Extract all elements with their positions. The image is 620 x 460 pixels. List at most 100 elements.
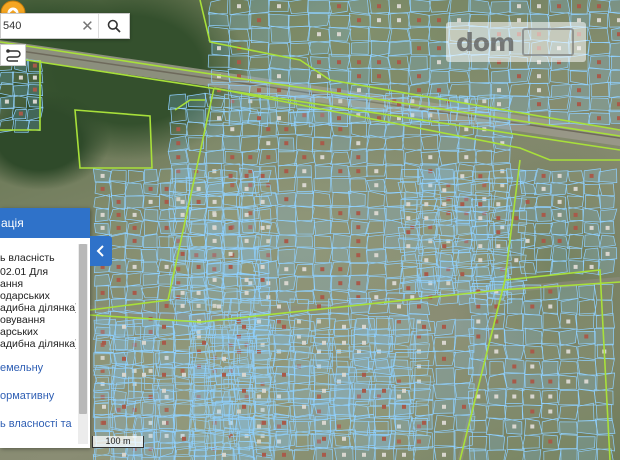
land-parcel[interactable]	[125, 272, 142, 287]
land-parcel[interactable]	[249, 99, 269, 114]
land-parcel[interactable]	[194, 413, 216, 432]
land-parcel[interactable]	[438, 149, 459, 166]
land-parcel[interactable]	[448, 69, 471, 84]
land-parcel[interactable]	[287, 25, 311, 43]
land-parcel[interactable]	[294, 219, 316, 235]
land-parcel[interactable]	[222, 194, 238, 209]
land-parcel[interactable]	[348, 0, 370, 15]
land-parcel[interactable]	[94, 274, 112, 287]
land-parcel[interactable]	[140, 286, 160, 299]
land-parcel[interactable]	[550, 219, 567, 236]
land-parcel[interactable]	[415, 400, 434, 417]
land-parcel[interactable]	[435, 367, 455, 385]
land-parcel[interactable]	[587, 27, 610, 44]
land-parcel[interactable]	[185, 148, 208, 165]
land-parcel[interactable]	[370, 39, 391, 58]
land-parcel[interactable]	[93, 352, 117, 369]
land-parcel[interactable]	[598, 194, 615, 210]
land-parcel[interactable]	[578, 284, 596, 301]
land-parcel[interactable]	[229, 297, 252, 315]
land-parcel[interactable]	[366, 261, 387, 276]
land-parcel[interactable]	[95, 446, 114, 460]
land-parcel[interactable]	[584, 184, 601, 197]
land-parcel[interactable]	[221, 208, 241, 222]
land-parcel[interactable]	[598, 183, 615, 197]
land-parcel[interactable]	[533, 223, 554, 235]
land-parcel[interactable]	[414, 351, 436, 367]
land-parcel[interactable]	[228, 110, 252, 126]
land-parcel[interactable]	[566, 195, 585, 209]
land-parcel[interactable]	[595, 404, 613, 421]
land-parcel[interactable]	[449, 0, 471, 15]
land-parcel[interactable]	[524, 327, 543, 345]
land-parcel[interactable]	[170, 107, 187, 123]
land-parcel[interactable]	[248, 0, 271, 15]
land-parcel[interactable]	[350, 41, 369, 55]
land-parcel[interactable]	[293, 365, 316, 385]
land-parcel[interactable]	[108, 180, 128, 197]
land-parcel[interactable]	[469, 448, 488, 460]
land-parcel[interactable]	[518, 169, 537, 185]
land-parcel[interactable]	[523, 449, 542, 460]
land-parcel[interactable]	[212, 382, 236, 398]
land-parcel[interactable]	[154, 446, 176, 460]
land-parcel[interactable]	[292, 318, 316, 336]
land-parcel[interactable]	[489, 1, 512, 16]
land-parcel[interactable]	[468, 0, 492, 14]
land-parcel[interactable]	[133, 318, 155, 335]
land-parcel[interactable]	[558, 284, 579, 301]
land-parcel[interactable]	[491, 70, 511, 84]
land-parcel[interactable]	[157, 246, 175, 263]
land-parcel[interactable]	[193, 397, 214, 417]
land-parcel[interactable]	[0, 82, 14, 97]
land-parcel[interactable]	[233, 351, 253, 369]
land-parcel[interactable]	[27, 119, 41, 132]
land-parcel[interactable]	[159, 207, 177, 222]
land-parcel[interactable]	[295, 134, 313, 152]
land-parcel[interactable]	[289, 110, 308, 127]
land-parcel[interactable]	[485, 417, 504, 436]
land-parcel[interactable]	[393, 334, 417, 351]
land-parcel[interactable]	[607, 81, 620, 99]
land-parcel[interactable]	[471, 224, 488, 241]
land-parcel[interactable]	[383, 123, 405, 138]
land-parcel[interactable]	[394, 415, 416, 433]
land-parcel[interactable]	[435, 266, 455, 283]
land-parcel[interactable]	[560, 297, 579, 314]
land-parcel[interactable]	[93, 383, 115, 399]
land-parcel[interactable]	[157, 168, 174, 184]
land-parcel[interactable]	[335, 349, 354, 368]
land-parcel[interactable]	[125, 247, 144, 262]
land-parcel[interactable]	[487, 372, 508, 390]
land-parcel[interactable]	[521, 434, 540, 449]
land-parcel[interactable]	[222, 273, 239, 288]
land-parcel[interactable]	[576, 436, 596, 451]
land-parcel[interactable]	[254, 366, 277, 384]
land-parcel[interactable]	[142, 273, 160, 286]
land-parcel[interactable]	[366, 149, 386, 167]
land-parcel[interactable]	[384, 262, 404, 279]
land-parcel[interactable]	[549, 181, 568, 196]
land-parcel[interactable]	[375, 317, 395, 336]
land-parcel[interactable]	[213, 400, 234, 415]
land-parcel[interactable]	[124, 299, 144, 314]
land-parcel[interactable]	[110, 286, 126, 300]
land-parcel[interactable]	[400, 168, 420, 183]
land-parcel[interactable]	[153, 384, 175, 402]
land-parcel[interactable]	[308, 40, 331, 55]
land-parcel[interactable]	[252, 350, 276, 369]
land-parcel[interactable]	[593, 283, 614, 301]
land-parcel[interactable]	[253, 285, 271, 301]
route-button[interactable]	[0, 44, 26, 66]
land-parcel[interactable]	[212, 414, 234, 433]
land-parcel[interactable]	[595, 312, 615, 329]
land-parcel[interactable]	[559, 405, 579, 420]
land-parcel[interactable]	[488, 182, 509, 199]
land-parcel[interactable]	[349, 25, 371, 41]
land-parcel[interactable]	[413, 334, 436, 354]
land-parcel[interactable]	[330, 220, 351, 234]
land-parcel[interactable]	[214, 333, 236, 353]
land-parcel[interactable]	[12, 84, 29, 97]
land-parcel[interactable]	[143, 208, 159, 222]
land-parcel[interactable]	[487, 449, 507, 460]
